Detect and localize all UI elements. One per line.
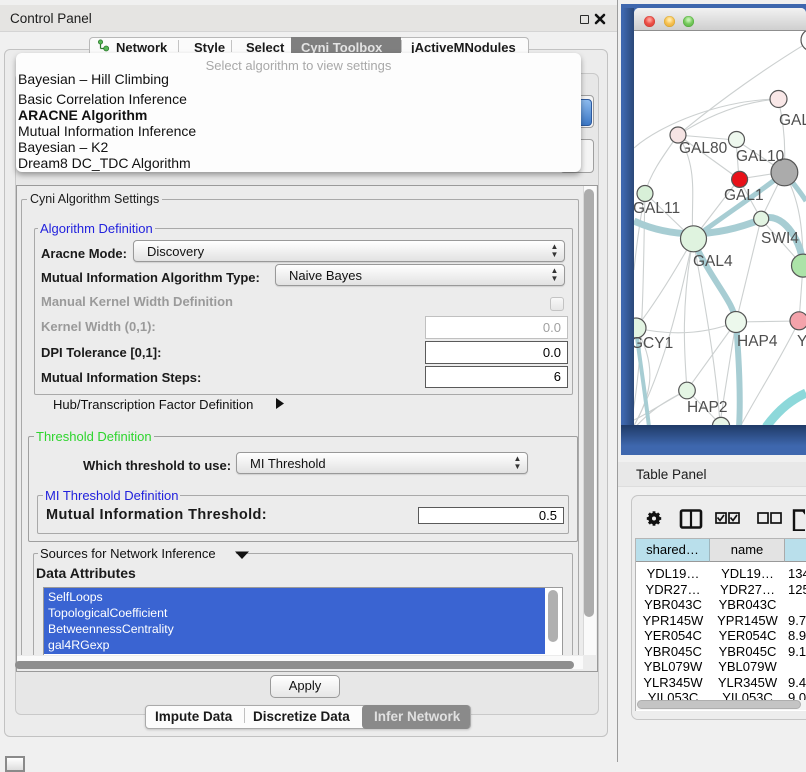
svg-text:HAP4: HAP4 bbox=[737, 333, 778, 350]
svg-text:HAP2: HAP2 bbox=[687, 399, 728, 416]
svg-text:GAL80: GAL80 bbox=[679, 140, 728, 157]
svg-text:GCY1: GCY1 bbox=[634, 335, 673, 352]
svg-text:GAL7: GAL7 bbox=[779, 112, 806, 129]
svg-text:SWI4: SWI4 bbox=[761, 230, 799, 247]
svg-text:YM: YM bbox=[797, 333, 806, 350]
svg-text:GAL11: GAL11 bbox=[634, 200, 680, 217]
svg-text:GAL10: GAL10 bbox=[736, 148, 785, 165]
svg-text:GAL4: GAL4 bbox=[693, 253, 733, 270]
svg-text:GAL1: GAL1 bbox=[724, 187, 764, 204]
